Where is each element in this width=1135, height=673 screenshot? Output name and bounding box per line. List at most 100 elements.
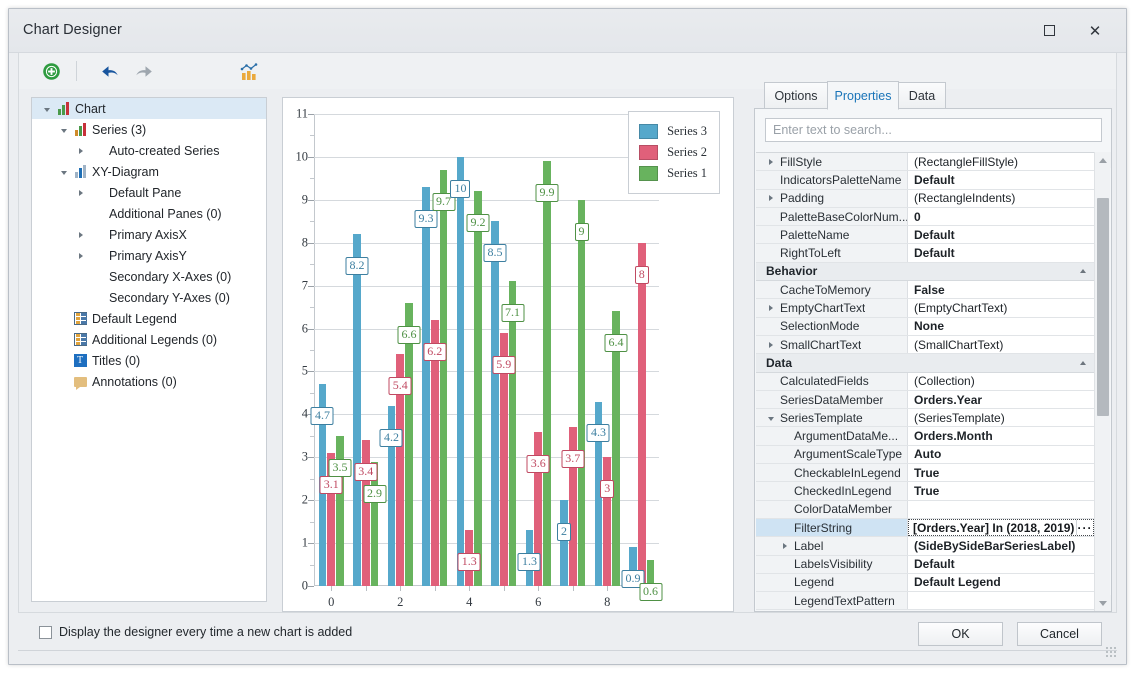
property-grid-scrollbar[interactable] bbox=[1094, 152, 1111, 611]
property-value[interactable]: Default bbox=[908, 171, 1094, 189]
tree-expander[interactable] bbox=[57, 161, 71, 182]
property-expander[interactable] bbox=[764, 305, 778, 312]
tree-expander[interactable] bbox=[57, 308, 71, 329]
tab-data[interactable]: Data bbox=[898, 82, 946, 109]
undo-button[interactable] bbox=[96, 59, 124, 84]
bar[interactable] bbox=[646, 560, 655, 586]
display-designer-checkbox[interactable]: Display the designer every time a new ch… bbox=[39, 625, 352, 639]
property-value[interactable] bbox=[908, 500, 1094, 518]
tree-expander[interactable] bbox=[40, 98, 54, 119]
category-collapse-icon[interactable] bbox=[1080, 360, 1086, 365]
property-row-emptycharttext[interactable]: EmptyChartText (EmptyChartText) bbox=[756, 299, 1094, 318]
property-row-labelsvisibility[interactable]: LabelsVisibility Default bbox=[756, 555, 1094, 574]
scrollbar-thumb[interactable] bbox=[1097, 198, 1109, 416]
filterstring-ellipsis-button[interactable]: ··· bbox=[1076, 519, 1093, 536]
property-value[interactable]: Default bbox=[908, 555, 1094, 573]
property-grid[interactable]: FillStyle (RectangleFillStyle) IndicatorsP… bbox=[756, 152, 1111, 611]
add-button[interactable] bbox=[37, 59, 65, 84]
bar[interactable] bbox=[560, 500, 568, 586]
tree-expander[interactable] bbox=[74, 245, 88, 266]
property-value[interactable]: Auto bbox=[908, 445, 1094, 464]
tree-expander[interactable] bbox=[74, 224, 88, 245]
property-value[interactable]: None bbox=[908, 317, 1094, 335]
maximize-icon[interactable] bbox=[1026, 9, 1072, 52]
property-value[interactable]: Orders.Month bbox=[908, 427, 1094, 445]
tree-expander[interactable] bbox=[74, 287, 88, 308]
tree-expander[interactable] bbox=[74, 182, 88, 203]
property-row-palettebasecolornum[interactable]: PaletteBaseColorNum... 0 bbox=[756, 207, 1094, 227]
tree-item-additional-panes-0[interactable]: Additional Panes (0) bbox=[32, 203, 266, 224]
tree-item-series-3[interactable]: Series (3) bbox=[32, 119, 266, 140]
redo-button[interactable] bbox=[130, 59, 158, 84]
property-value[interactable]: (SmallChartText) bbox=[908, 335, 1094, 354]
property-value[interactable]: False bbox=[908, 281, 1094, 299]
close-icon[interactable]: ✕ bbox=[1072, 9, 1118, 52]
property-row-smallcharttext[interactable]: SmallChartText (SmallChartText) bbox=[756, 335, 1094, 355]
property-value[interactable]: (EmptyChartText) bbox=[908, 299, 1094, 317]
tree-expander[interactable] bbox=[57, 350, 71, 371]
property-category-behavior[interactable]: Behavior bbox=[756, 262, 1094, 282]
property-expander[interactable] bbox=[764, 158, 778, 165]
chart-elements-tree[interactable]: Chart Series (3) Auto-created Series XY-Dia… bbox=[31, 97, 267, 602]
property-value[interactable]: (RectangleFillStyle) bbox=[908, 153, 1094, 171]
tree-item-secondary-y-axes-0[interactable]: Secondary Y-Axes (0) bbox=[32, 287, 266, 308]
property-expander[interactable] bbox=[778, 542, 792, 549]
bar[interactable] bbox=[422, 186, 430, 586]
property-row-label[interactable]: Label (SideBySideBarSeriesLabel) bbox=[756, 537, 1094, 556]
property-row-legend[interactable]: Legend Default Legend bbox=[756, 573, 1094, 593]
property-row-checkedinlegend[interactable]: CheckedInLegend True bbox=[756, 482, 1094, 501]
property-row-calculatedfields[interactable]: CalculatedFields (Collection) bbox=[756, 372, 1094, 391]
search-input[interactable]: Enter text to search... bbox=[765, 118, 1102, 142]
ok-button[interactable]: OK bbox=[918, 622, 1003, 646]
bar[interactable] bbox=[405, 302, 413, 586]
bar[interactable] bbox=[612, 311, 620, 586]
property-value[interactable]: 0 bbox=[908, 207, 1094, 226]
property-row-checkableinlegend[interactable]: CheckableInLegend True bbox=[756, 464, 1094, 483]
property-value[interactable]: (SideBySideBarSeriesLabel) bbox=[908, 537, 1094, 555]
tree-item-chart[interactable]: Chart bbox=[32, 98, 266, 119]
tree-expander[interactable] bbox=[74, 203, 88, 224]
property-row-filterstring[interactable]: FilterString [Orders.Year] In (2018, 2019… bbox=[756, 518, 1094, 538]
tree-item-default-pane[interactable]: Default Pane bbox=[32, 182, 266, 203]
tree-item-auto-created-series[interactable]: Auto-created Series bbox=[32, 140, 266, 161]
bar[interactable] bbox=[361, 440, 370, 586]
tree-item-primary-axisx[interactable]: Primary AxisX bbox=[32, 224, 266, 245]
tree-item-primary-axisy[interactable]: Primary AxisY bbox=[32, 245, 266, 266]
bar[interactable] bbox=[637, 242, 646, 586]
filterstring-editor[interactable]: [Orders.Year] In (2018, 2019) ··· bbox=[908, 518, 1094, 537]
category-collapse-icon[interactable] bbox=[1080, 269, 1086, 274]
property-row-argumentscaletype[interactable]: ArgumentScaleType Auto bbox=[756, 445, 1094, 465]
resize-grip[interactable] bbox=[1105, 646, 1117, 658]
bar[interactable] bbox=[508, 281, 517, 586]
property-row-seriestemplate[interactable]: SeriesTemplate (SeriesTemplate) bbox=[756, 409, 1094, 428]
property-value[interactable] bbox=[908, 592, 1094, 610]
legend-item[interactable]: Series 1 bbox=[639, 163, 707, 184]
scroll-up-icon[interactable] bbox=[1095, 152, 1111, 168]
property-value[interactable]: (Collection) bbox=[908, 372, 1094, 390]
property-expander[interactable] bbox=[764, 195, 778, 202]
bar[interactable] bbox=[353, 234, 361, 586]
property-row-fillstyle[interactable]: FillStyle (RectangleFillStyle) bbox=[756, 153, 1094, 172]
tree-item-secondary-x-axes-0[interactable]: Secondary X-Axes (0) bbox=[32, 266, 266, 287]
property-value[interactable]: Default bbox=[908, 226, 1094, 244]
property-category-data[interactable]: Data bbox=[756, 354, 1094, 373]
property-expander[interactable] bbox=[764, 415, 778, 421]
bar[interactable] bbox=[543, 161, 551, 586]
bar[interactable] bbox=[491, 221, 499, 586]
chart-legend[interactable]: Series 3 Series 2 Series 1 bbox=[628, 111, 720, 194]
tree-expander[interactable] bbox=[57, 119, 71, 140]
bar[interactable] bbox=[456, 156, 465, 586]
property-value[interactable]: Orders.Year bbox=[908, 390, 1094, 409]
bar[interactable] bbox=[603, 457, 612, 586]
tree-item-annotations-0[interactable]: Annotations (0) bbox=[32, 371, 266, 392]
tree-expander[interactable] bbox=[74, 266, 88, 287]
property-row-seriesdatamember[interactable]: SeriesDataMember Orders.Year bbox=[756, 390, 1094, 410]
property-row-selectionmode[interactable]: SelectionMode None bbox=[756, 317, 1094, 336]
property-row-indicatorspalettename[interactable]: IndicatorsPaletteName Default bbox=[756, 171, 1094, 190]
property-row-padding[interactable]: Padding (RectangleIndents) bbox=[756, 189, 1094, 208]
checkbox-box[interactable] bbox=[39, 625, 52, 639]
tab-options[interactable]: Options bbox=[764, 82, 828, 109]
tree-item-additional-legends-0[interactable]: Additional Legends (0) bbox=[32, 329, 266, 350]
tree-item-default-legend[interactable]: Default Legend bbox=[32, 308, 266, 329]
tree-item-xy-diagram[interactable]: XY-Diagram bbox=[32, 161, 266, 182]
